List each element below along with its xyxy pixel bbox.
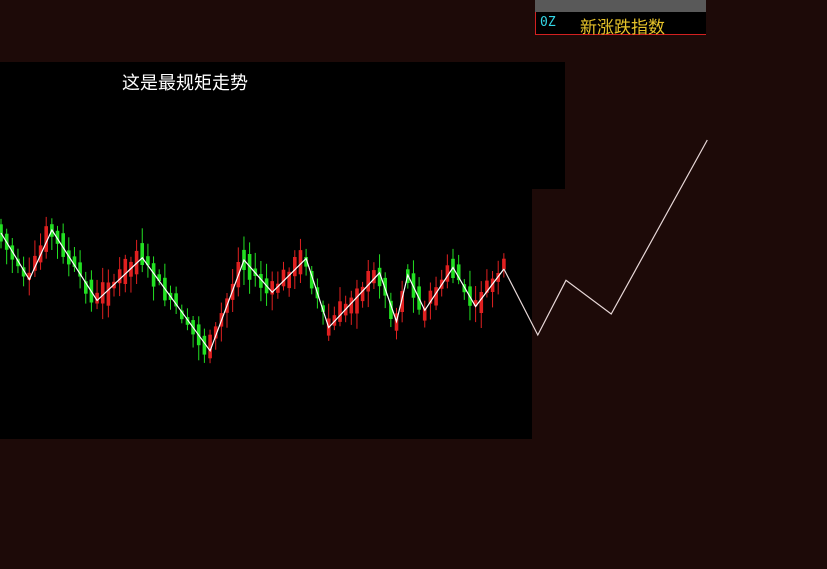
candle-body bbox=[479, 292, 484, 313]
index-code: 0Z bbox=[540, 15, 556, 30]
candle-body bbox=[355, 288, 359, 314]
panel-upper bbox=[0, 62, 565, 189]
candle-body bbox=[140, 243, 144, 265]
candle-body bbox=[434, 287, 438, 306]
header-body: 0Z 新涨跌指数 bbox=[535, 12, 706, 38]
header-bar bbox=[535, 0, 706, 12]
candle-body bbox=[349, 297, 354, 314]
candle-body bbox=[281, 269, 286, 287]
header-marker bbox=[535, 12, 536, 35]
candle-body bbox=[338, 301, 342, 322]
candle-body bbox=[106, 282, 111, 306]
index-title: 新涨跌指数 bbox=[580, 18, 665, 38]
annotation-text: 这是最规矩走势 bbox=[122, 73, 248, 94]
candle-body bbox=[372, 270, 376, 284]
candle-body bbox=[123, 258, 128, 284]
panel-main bbox=[0, 185, 532, 439]
candle-body bbox=[100, 282, 105, 304]
candle-body bbox=[366, 271, 370, 292]
index-header: 0Z 新涨跌指数 bbox=[535, 0, 706, 38]
candle-body bbox=[293, 257, 297, 277]
candle-body bbox=[502, 258, 506, 270]
